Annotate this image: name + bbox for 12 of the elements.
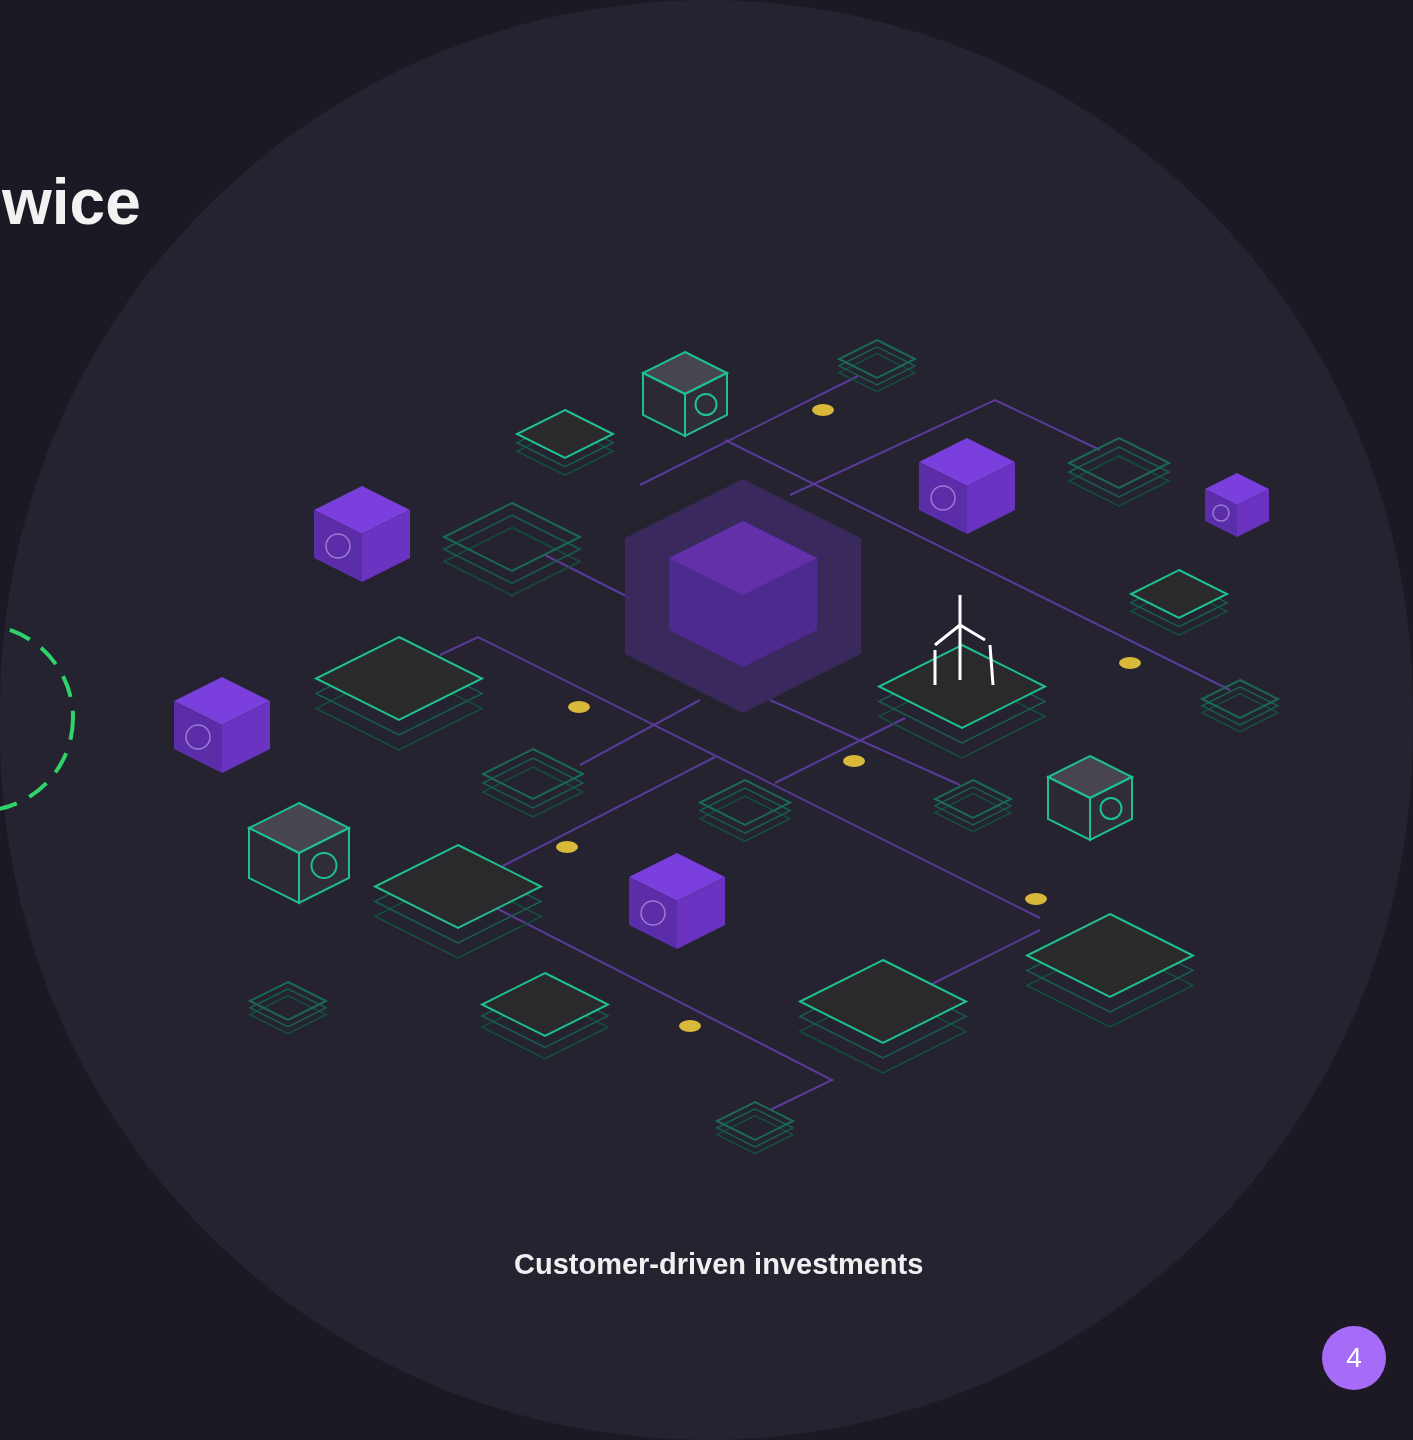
coin-icon xyxy=(568,701,590,713)
cube-drawing xyxy=(1205,473,1269,537)
coin-icon xyxy=(679,1020,701,1032)
wind-turbine-icon xyxy=(933,593,995,687)
coin-icon xyxy=(556,841,578,853)
coin-icon xyxy=(1025,893,1047,905)
illustration-caption: Customer-driven investments xyxy=(514,1247,925,1282)
page-heading: wice xyxy=(2,166,142,238)
coin-icon xyxy=(1119,657,1141,669)
coin-icon xyxy=(812,404,834,416)
page-number-badge: 4 xyxy=(1322,1326,1386,1390)
coin-icon xyxy=(843,755,865,767)
